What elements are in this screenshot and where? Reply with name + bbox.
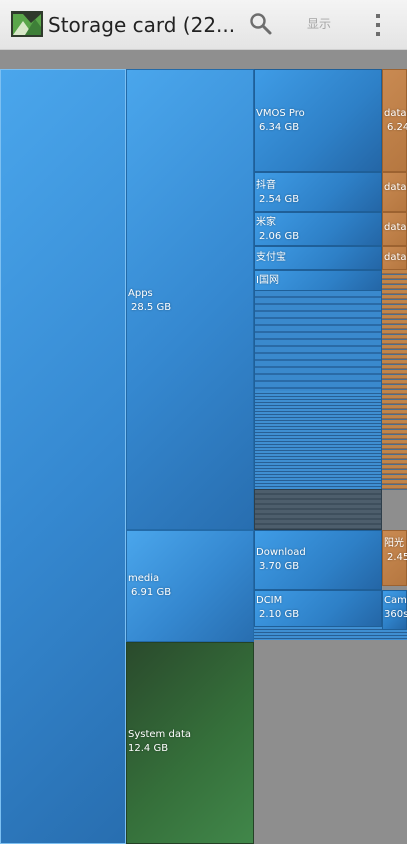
treemap-tiny-media[interactable]: [254, 627, 382, 640]
block-size: 2.45: [387, 552, 407, 563]
treemap-block-apps[interactable]: Apps 28.5 GB: [126, 69, 254, 530]
block-size: 6.91 GB: [131, 587, 172, 598]
treemap-block-data-3[interactable]: data: [382, 212, 407, 246]
app-logo-icon[interactable]: [11, 11, 43, 37]
block-size: 12.4 GB: [128, 743, 169, 754]
treemap-block-system-data[interactable]: System data 12.4 GB: [126, 642, 254, 844]
block-name: DCIM: [256, 595, 283, 606]
block-name: data: [384, 252, 407, 263]
block-name: VMOS Pro: [256, 108, 305, 119]
treemap-block-yangguang[interactable]: 阳光 2.45: [382, 530, 407, 586]
overflow-menu-icon[interactable]: [374, 12, 382, 38]
treemap: Apps 28.5 GB media 6.91 GB System data 1…: [0, 69, 407, 844]
header-gap: [0, 50, 407, 69]
block-name: data: [384, 222, 407, 233]
block-name: data: [384, 182, 407, 193]
treemap-block-camera[interactable]: Cam 360s: [382, 590, 407, 630]
treemap-block-data-4[interactable]: data: [382, 246, 407, 270]
block-name: data: [384, 108, 407, 119]
block-size: 3.70 GB: [259, 561, 300, 572]
treemap-block-dcim[interactable]: DCIM 2.10 GB: [254, 590, 382, 627]
block-name: System data: [128, 729, 191, 740]
block-size: 360s: [384, 609, 407, 620]
block-name: Download: [256, 547, 306, 558]
treemap-small-data[interactable]: [382, 270, 407, 490]
treemap-block-guowang[interactable]: I国网: [254, 270, 382, 291]
block-size: 6.24: [387, 122, 407, 133]
treemap-tiny-apps[interactable]: [254, 391, 382, 489]
treemap-block-mijia[interactable]: 米家 2.06 GB: [254, 212, 382, 246]
block-size: 28.5 GB: [131, 302, 172, 313]
treemap-root-block[interactable]: [0, 69, 126, 844]
block-size: 2.10 GB: [259, 609, 300, 620]
show-button[interactable]: 显示: [307, 17, 331, 31]
page-title: Storage card (22...: [48, 13, 236, 37]
block-name: media: [128, 573, 160, 584]
search-icon[interactable]: [249, 12, 273, 36]
block-size: 2.54 GB: [259, 194, 300, 205]
treemap-block-download[interactable]: Download 3.70 GB: [254, 530, 382, 590]
treemap-block-douyin[interactable]: 抖音 2.54 GB: [254, 172, 382, 212]
treemap-block-vmos-pro[interactable]: VMOS Pro 6.34 GB: [254, 69, 382, 172]
app-header: 〈 Storage card (22... 显示: [0, 0, 407, 50]
treemap-block-data-1[interactable]: data 6.24: [382, 69, 407, 172]
block-size: 6.34 GB: [259, 122, 300, 133]
block-name: 米家: [256, 217, 276, 228]
block-name: I国网: [256, 275, 279, 286]
block-size: 2.06 GB: [259, 231, 300, 242]
block-name: Cam: [384, 595, 407, 606]
treemap-misc-apps[interactable]: [254, 489, 382, 530]
block-name: 抖音: [256, 180, 276, 191]
block-name: 阳光: [384, 538, 404, 549]
block-name: Apps: [128, 288, 153, 299]
treemap-block-alipay[interactable]: 支付宝: [254, 246, 382, 270]
treemap-small-apps[interactable]: [254, 291, 382, 391]
treemap-block-media[interactable]: media 6.91 GB: [126, 530, 254, 642]
treemap-tiny-camera[interactable]: [382, 630, 407, 640]
block-name: 支付宝: [256, 252, 286, 263]
treemap-block-data-2[interactable]: data: [382, 172, 407, 212]
